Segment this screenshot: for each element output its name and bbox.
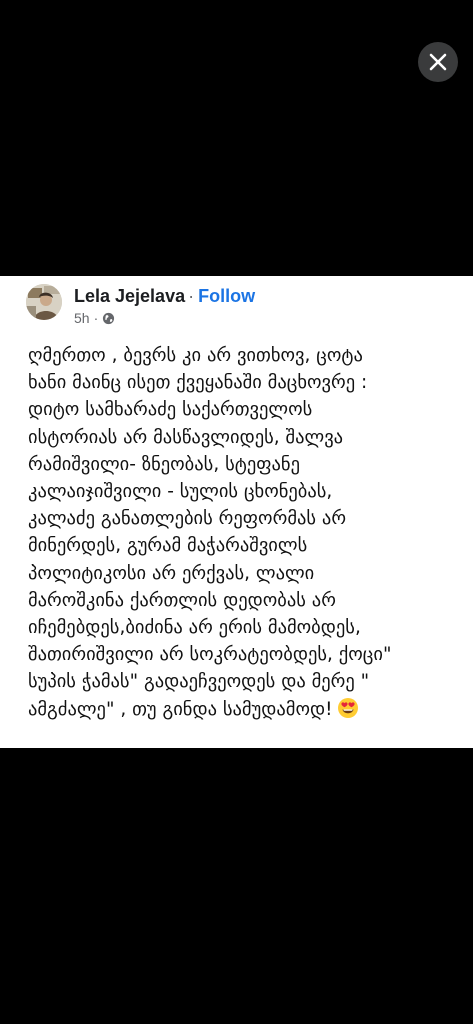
post-text-line: ხანი მაინც ისეთ ქვეყანაში მაცხოვრე :	[28, 372, 368, 394]
post-text-line: სუპის ჭამას" გადაეჩვეოდეს და მერე "	[28, 671, 370, 693]
post-text-line: კალაძე განათლების რეფორმას არ	[28, 508, 347, 530]
post-text-line: ისტორიას არ მასწავლიდეს, შალვა	[28, 426, 344, 448]
author-name[interactable]: Lela Jejelava	[74, 286, 185, 306]
separator-dot: ·	[188, 286, 195, 306]
globe-icon	[103, 312, 115, 324]
post-text-line: პოლიტიკოსი არ ერქვას, ლალი	[28, 562, 315, 584]
meta-separator: ·	[93, 310, 99, 326]
follow-link[interactable]: Follow	[198, 286, 255, 306]
post-card: Lela Jejelava · Follow 5h · ღმერთო , ბევრს…	[0, 276, 473, 748]
post-text-line: კალაიჯიშვილი - სულის ცხონებას,	[28, 481, 333, 503]
post-text-line: დიტო სამხარაძე საქართველოს	[28, 399, 313, 421]
post-text-line: იჩემებდეს,ბიძინა არ ერის მამობდეს,	[28, 617, 361, 639]
post-header: Lela Jejelava · Follow 5h ·	[26, 284, 463, 328]
post-meta: 5h ·	[74, 310, 115, 326]
post-text-line: შათირიშვილი არ სოკრატეობდეს, ქოცი"	[28, 644, 392, 666]
post-text-line: მინერდეს, გურამ მაჭარაშვილს	[28, 535, 308, 557]
close-button[interactable]	[418, 42, 458, 82]
avatar[interactable]	[26, 284, 62, 320]
post-text-line: ამგძალე" , თუ გინდა სამუდამოდ!	[28, 698, 333, 720]
post-text: ღმერთო , ბევრს კი არ ვითხოვ, ცოტა ხანი მ…	[28, 342, 458, 727]
close-icon	[429, 53, 447, 71]
post-timestamp[interactable]: 5h	[74, 310, 90, 326]
post-text-line-last: ამგძალე" , თუ გინდა სამუდამოდ!	[28, 696, 458, 727]
heart-eyes-emoji-icon	[337, 697, 359, 727]
image-viewer: Lela Jejelava · Follow 5h · ღმერთო , ბევრს…	[0, 0, 473, 1024]
post-text-line: რამიშვილი- ზნეობას, სტეფანე	[28, 453, 300, 475]
author-line: Lela Jejelava · Follow	[74, 286, 255, 307]
post-text-line: მაროშკინა ქართლის დედობას არ	[28, 589, 336, 611]
post-text-line: ღმერთო , ბევრს კი არ ვითხოვ, ცოტა	[28, 345, 363, 366]
